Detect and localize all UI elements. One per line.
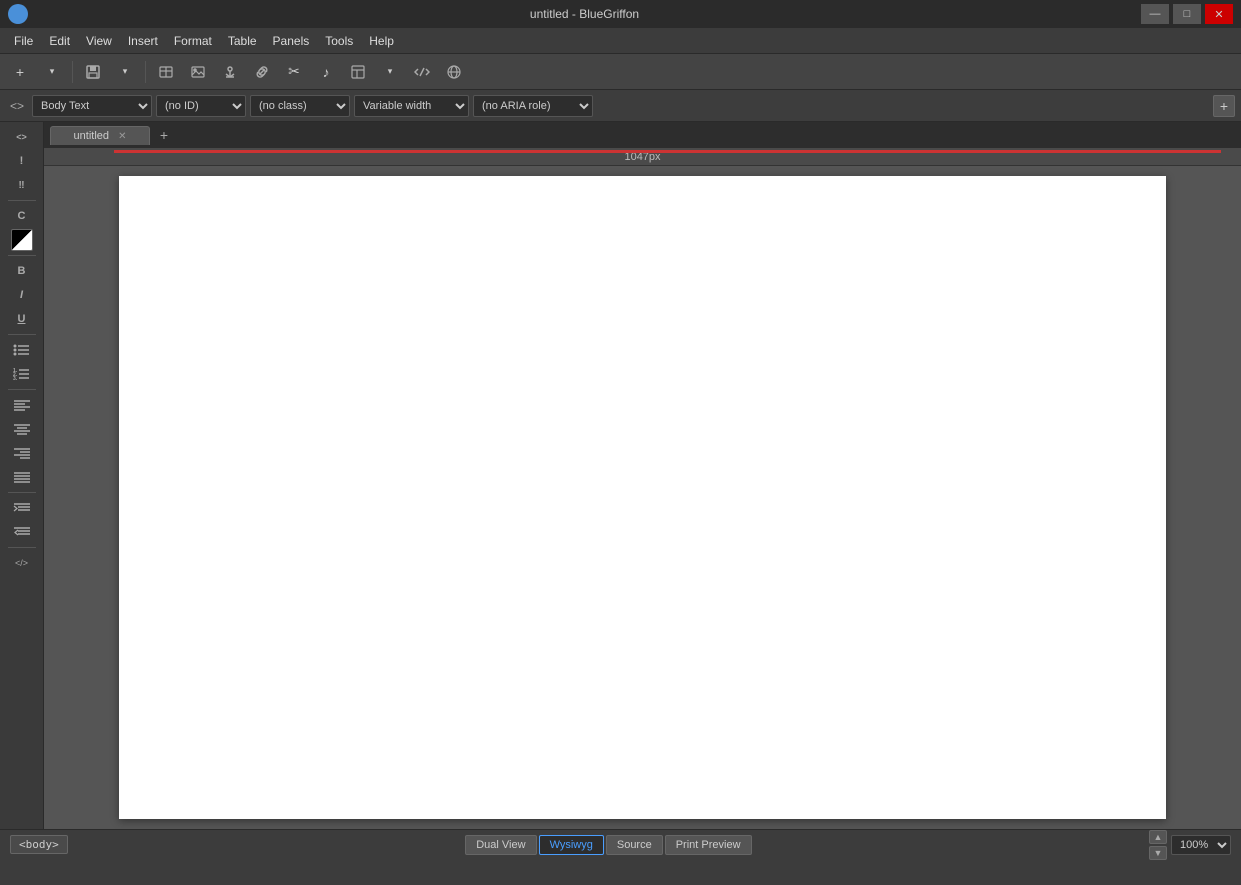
link-button[interactable] (248, 59, 276, 85)
numbered-list-btn[interactable]: 1.2.3. (8, 363, 36, 385)
save-dropdown-button[interactable]: ▾ (111, 59, 139, 85)
minimize-button[interactable]: — (1141, 4, 1169, 24)
left-sep-3 (8, 334, 36, 335)
print-preview-button[interactable]: Print Preview (665, 835, 752, 855)
exclaim-btn[interactable]: ! (8, 150, 36, 172)
menu-format[interactable]: Format (166, 31, 220, 51)
template-dropdown-button[interactable]: ▾ (376, 59, 404, 85)
globe-button[interactable] (440, 59, 468, 85)
code-view-button[interactable] (408, 59, 436, 85)
menu-insert[interactable]: Insert (120, 31, 166, 51)
scissors-button[interactable]: ✂ (280, 59, 308, 85)
canvas-wrapper[interactable] (44, 166, 1241, 829)
aria-select[interactable]: (no ARIA role) (473, 95, 593, 117)
id-select[interactable]: (no ID) (156, 95, 246, 117)
align-left-btn[interactable] (8, 394, 36, 416)
close-button[interactable]: ✕ (1205, 4, 1233, 24)
menu-panels[interactable]: Panels (265, 31, 318, 51)
scroll-up-btn[interactable]: ▲ (1149, 830, 1167, 844)
formatbar: <> Body Text (no ID) (no class) Variable… (0, 90, 1241, 122)
justify-btn[interactable] (8, 466, 36, 488)
ruler-bar (114, 150, 1221, 153)
toolbar-separator-2 (145, 61, 146, 83)
c-btn[interactable]: C (8, 205, 36, 227)
image-button[interactable] (184, 59, 212, 85)
code-embed-btn[interactable]: </> (8, 552, 36, 574)
main-area: <> ! ‼ C B I U 1.2.3. (0, 122, 1241, 829)
class-select[interactable]: (no class) (250, 95, 350, 117)
statusbar: <body> Dual View Wysiwyg Source Print Pr… (0, 829, 1241, 859)
color-swatch[interactable] (11, 229, 33, 251)
align-center-btn[interactable] (8, 418, 36, 440)
left-sep-5 (8, 492, 36, 493)
svg-text:3.: 3. (13, 376, 18, 381)
editor-container: untitled ✕ + 1047px (44, 122, 1241, 829)
template-button[interactable] (344, 59, 372, 85)
menu-edit[interactable]: Edit (41, 31, 78, 51)
tab-close-btn[interactable]: ✕ (118, 131, 126, 142)
underline-btn[interactable]: U (8, 308, 36, 330)
tab-title: untitled (74, 130, 109, 142)
body-tag[interactable]: <body> (10, 835, 68, 854)
dual-view-button[interactable]: Dual View (465, 835, 536, 855)
wysiwyg-button[interactable]: Wysiwyg (539, 835, 604, 855)
code-toggle-button[interactable]: <> (6, 99, 28, 113)
menu-tools[interactable]: Tools (317, 31, 361, 51)
left-panel: <> ! ‼ C B I U 1.2.3. (0, 122, 44, 829)
anchor-button[interactable] (216, 59, 244, 85)
canvas-page[interactable] (119, 176, 1166, 819)
save-button[interactable] (79, 59, 107, 85)
statusbar-center: Dual View Wysiwyg Source Print Preview (465, 835, 751, 855)
menu-help[interactable]: Help (361, 31, 402, 51)
menubar: File Edit View Insert Format Table Panel… (0, 28, 1241, 54)
tab-bar: untitled ✕ + (44, 122, 1241, 148)
scroll-arrows: ▲ ▼ (1149, 830, 1167, 860)
add-button[interactable]: + (1213, 95, 1235, 117)
ruler: 1047px (44, 148, 1241, 166)
toolbar-separator-1 (72, 61, 73, 83)
indent-btn[interactable] (8, 497, 36, 519)
outdent-btn[interactable] (8, 521, 36, 543)
menu-view[interactable]: View (78, 31, 120, 51)
left-sep-1 (8, 200, 36, 201)
left-sep-4 (8, 389, 36, 390)
maximize-button[interactable]: □ (1173, 4, 1201, 24)
new-button[interactable]: + (6, 59, 34, 85)
source-button[interactable]: Source (606, 835, 663, 855)
menu-table[interactable]: Table (220, 31, 265, 51)
app-icon (8, 4, 28, 24)
music-button[interactable]: ♪ (312, 59, 340, 85)
italic-btn[interactable]: I (8, 284, 36, 306)
style-select[interactable]: Body Text (32, 95, 152, 117)
menu-file[interactable]: File (6, 31, 41, 51)
statusbar-left: <body> (10, 835, 68, 854)
align-right-btn[interactable] (8, 442, 36, 464)
html-source-btn[interactable]: <> (8, 126, 36, 148)
new-dropdown-button[interactable]: ▾ (38, 59, 66, 85)
left-sep-2 (8, 255, 36, 256)
window-title: untitled - BlueGriffon (530, 7, 639, 21)
width-select[interactable]: Variable width (354, 95, 469, 117)
titlebar-left (8, 4, 28, 24)
statusbar-right: ▲ ▼ 100% 75% 125% 150% (1149, 830, 1231, 860)
titlebar: untitled - BlueGriffon — □ ✕ (0, 0, 1241, 28)
table-button[interactable] (152, 59, 180, 85)
add-tab-button[interactable]: + (154, 125, 174, 145)
bold-btn[interactable]: B (8, 260, 36, 282)
double-exclaim-btn[interactable]: ‼ (8, 174, 36, 196)
editor-tab[interactable]: untitled ✕ (50, 126, 150, 145)
left-sep-6 (8, 547, 36, 548)
titlebar-controls: — □ ✕ (1141, 4, 1233, 24)
zoom-select[interactable]: 100% 75% 125% 150% (1171, 835, 1231, 855)
bullet-list-btn[interactable] (8, 339, 36, 361)
scroll-down-btn[interactable]: ▼ (1149, 846, 1167, 860)
toolbar: + ▾ ▾ ✂ ♪ ▾ (0, 54, 1241, 90)
titlebar-title: untitled - BlueGriffon (28, 7, 1141, 21)
